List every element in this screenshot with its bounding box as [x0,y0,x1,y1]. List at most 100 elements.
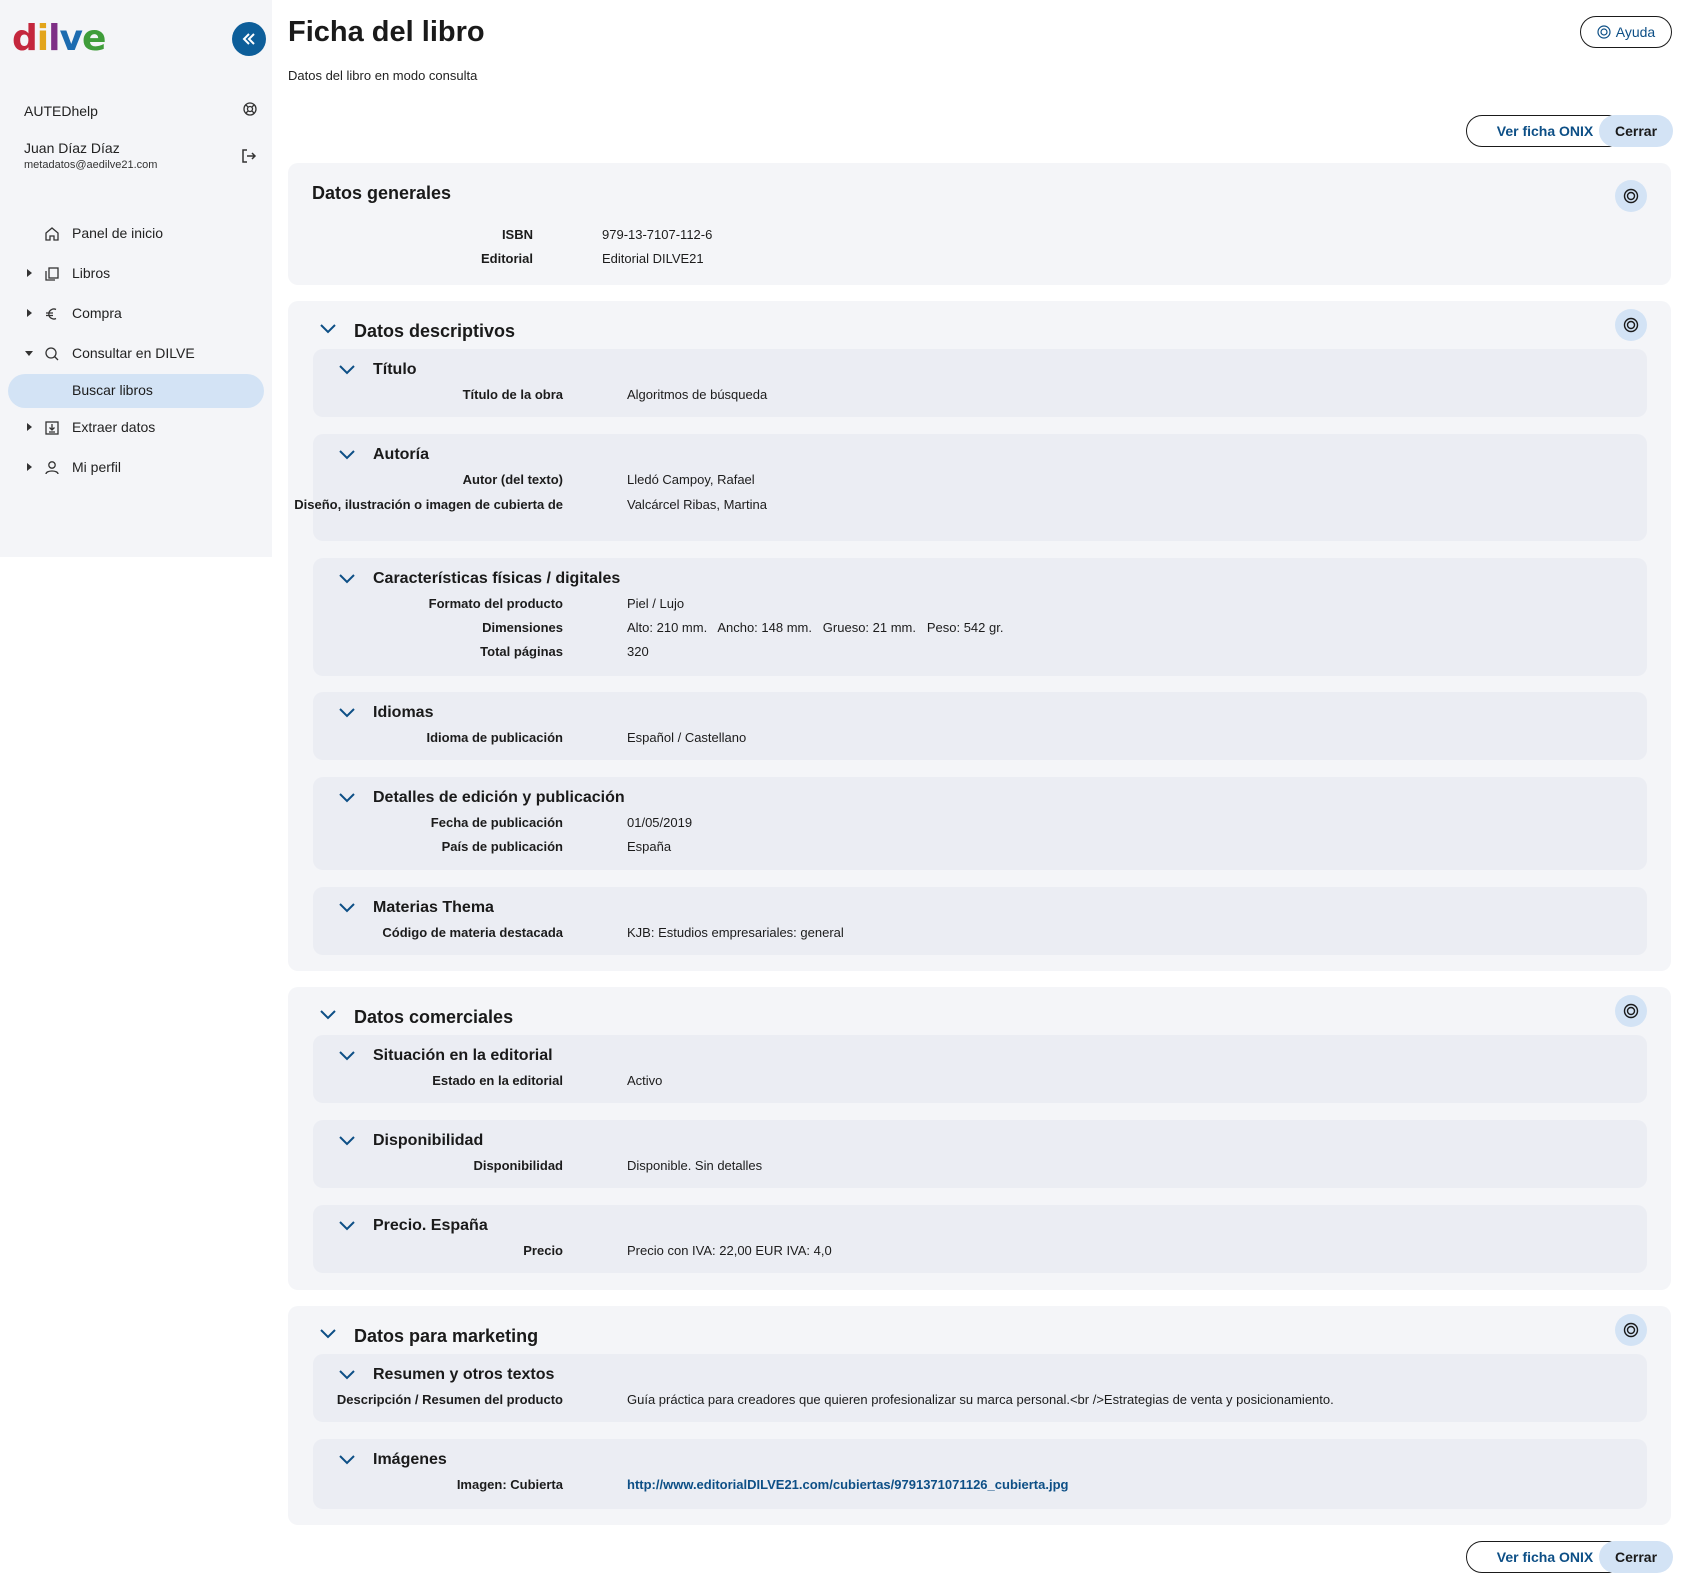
field-value: 01/05/2019 [627,815,693,830]
field-row: Descripción / Resumen del producto Guía … [313,1392,1613,1412]
chevron-down-icon[interactable] [338,448,356,460]
caret-right-icon [27,309,32,317]
subsection-title: Materias Thema [373,899,494,916]
field-row: País de publicación España [313,839,1613,859]
chevron-down-icon[interactable] [338,901,356,913]
field-label: Disponibilidad [473,1158,563,1173]
subsection-title: Precio. España [373,1217,488,1234]
field-row: Código de materia destacada KJB: Estudio… [313,925,1613,945]
section-help-icon[interactable] [1615,1314,1647,1346]
sidebar-item-extraer-datos[interactable]: Extraer datos [0,408,272,448]
caret-right-icon [27,463,32,471]
logo-letter: e [81,18,106,59]
section-help-icon[interactable] [1615,180,1647,212]
organization-name: AUTEDhelp [24,103,98,119]
field-value: Activo [627,1073,663,1088]
field-value: Alto: 210 mm. Ancho: 148 mm. Grueso: 21 … [627,620,1004,635]
descriptive-data-card: Datos descriptivos Título Título de la o… [288,301,1671,971]
subsection-title: Detalles de edición y publicación [373,789,625,806]
field-value: Algoritmos de búsqueda [627,387,768,402]
sidebar-item-label: Mi perfil [72,459,122,475]
subsection-title: Autoría [373,446,429,463]
field-value: Piel / Lujo [627,596,685,611]
chevron-down-icon[interactable] [338,1368,356,1380]
close-button-bottom[interactable]: Cerrar [1599,1541,1673,1573]
chevron-down-icon[interactable] [318,1326,338,1340]
card-title: Datos comerciales [354,1007,514,1027]
close-button-top[interactable]: Cerrar [1599,115,1673,147]
sidebar-item-libros[interactable]: Libros [0,254,272,294]
card-title: Datos generales [312,183,452,203]
subsection-imagenes: Imágenes Imagen: Cubierta http://www.edi… [313,1439,1647,1509]
field-label: Código de materia destacada [382,925,563,940]
subsection-situacion: Situación en la editorial Estado en la e… [313,1035,1647,1103]
field-value: Guía práctica para creadores que quieren… [627,1392,1334,1407]
field-value: España [627,839,672,854]
logout-icon[interactable] [240,147,258,170]
field-value: Precio con IVA: 22,00 EUR IVA: 4,0 [627,1243,832,1258]
field-row: Título de la obra Algoritmos de búsqueda [313,387,1613,407]
chevron-down-icon[interactable] [338,1049,356,1061]
section-help-icon[interactable] [1615,995,1647,1027]
field-row: Diseño, ilustración o imagen de cubierta… [294,497,1613,517]
field-label: Imagen: Cubierta [456,1477,563,1492]
user-icon [45,461,59,475]
field-label: País de publicación [441,839,563,854]
cover-image-link[interactable]: http://www.editorialDILVE21.com/cubierta… [627,1477,1068,1492]
field-label: Estado en la editorial [432,1073,563,1088]
field-label: Dimensiones [482,620,563,635]
field-row: Estado en la editorial Activo [313,1073,1613,1093]
field-value: Disponible. Sin detalles [627,1158,763,1173]
field-row: Fecha de publicación 01/05/2019 [313,815,1613,835]
chevron-down-icon[interactable] [338,791,356,803]
general-data-card: Datos generales ISBN 979-13-7107-112-6 E… [288,163,1671,285]
chevron-down-icon[interactable] [338,706,356,718]
subsection-title: Disponibilidad [373,1132,484,1149]
sidebar-item-consultar-en-dilve[interactable]: Consultar en DILVE [0,334,272,374]
sidebar-item-panel-de-inicio[interactable]: Panel de inicio [0,214,272,254]
page-title: Ficha del libro [288,16,485,48]
subsection-resumen: Resumen y otros textos Descripción / Res… [313,1354,1647,1422]
sidebar-item-compra[interactable]: Compra [0,294,272,334]
sidebar-item-label: Extraer datos [72,419,156,435]
field-value: Español / Castellano [627,730,747,745]
subsection-autoria: Autoría Autor (del texto) Lledó Campoy, … [294,434,1647,541]
field-row: Dimensiones Alto: 210 mm. Ancho: 148 mm.… [313,620,1613,640]
dilve-logo[interactable]: dilve [12,18,106,59]
page-subtitle: Datos del libro en modo consulta [288,68,478,83]
sidebar-item-label: Compra [72,305,122,321]
help-button[interactable]: Ayuda [1580,16,1672,48]
caret-right-icon [27,269,32,277]
chevron-down-icon[interactable] [318,321,338,335]
field-row: Disponibilidad Disponible. Sin detalles [313,1158,1613,1178]
field-label: Diseño, ilustración o imagen de cubierta… [294,497,563,512]
sidebar-nav: Panel de inicio Libros Compra Consultar … [0,214,272,488]
collapse-sidebar-button[interactable] [232,22,266,56]
chevron-down-icon[interactable] [338,1219,356,1231]
section-help-icon[interactable] [1615,309,1647,341]
chevron-down-icon[interactable] [318,1007,338,1021]
field-row: Total páginas 320 [313,644,1613,664]
sidebar-item-label: Libros [72,265,111,281]
help-button-label: Ayuda [1615,24,1656,40]
subsection-edicion: Detalles de edición y publicación Fecha … [313,777,1647,870]
chevron-down-icon[interactable] [338,1453,356,1465]
user-email: metadatos@aedilve21.com [24,159,158,171]
chevron-down-icon[interactable] [338,1134,356,1146]
field-isbn: ISBN 979-13-7107-112-6 [288,227,1588,247]
subsection-title: Título [373,361,417,378]
sidebar-item-buscar-libros[interactable]: Buscar libros [8,374,264,408]
caret-down-icon [25,351,33,356]
chevron-down-icon[interactable] [338,363,356,375]
card-title: Datos descriptivos [354,321,516,341]
field-label: Autor (del texto) [462,472,563,487]
subsection-title: Resumen y otros textos [373,1366,555,1383]
organization-row: AUTEDhelp [24,101,258,120]
euro-icon [46,308,57,320]
subsection-caracteristicas: Características físicas / digitales Form… [313,558,1647,676]
field-value: Valcárcel Ribas, Martina [627,497,767,512]
chevron-down-icon[interactable] [338,572,356,584]
sidebar-item-mi-perfil[interactable]: Mi perfil [0,448,272,488]
field-label: Formato del producto [428,596,563,611]
gear-icon[interactable] [242,101,258,120]
